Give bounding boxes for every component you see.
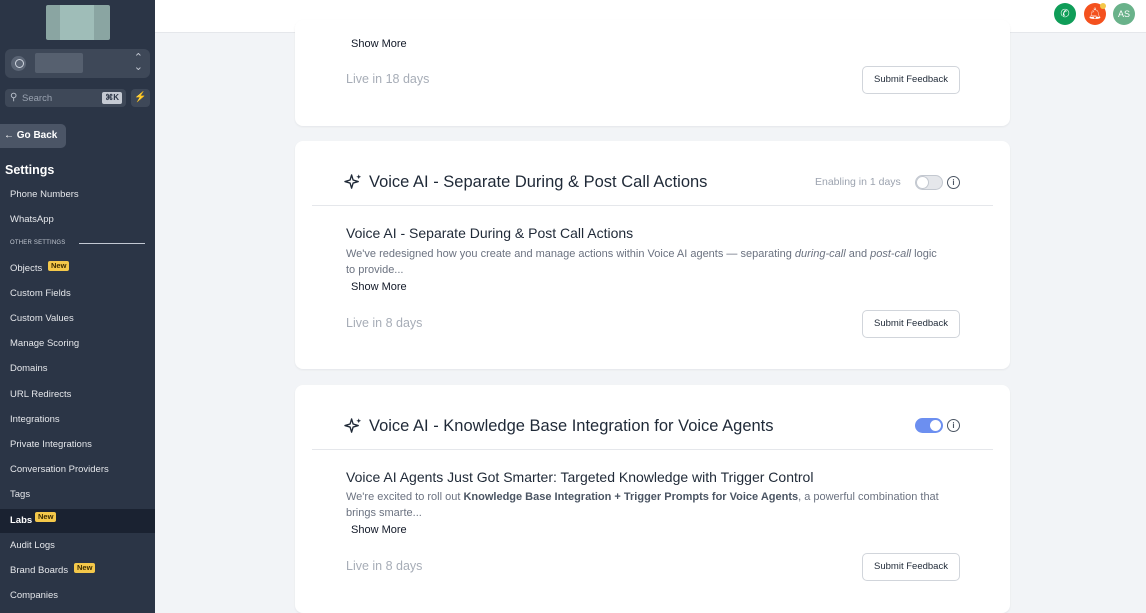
sidebar-item-label: Integrations [10,414,60,425]
live-status: Live in 8 days [346,559,423,573]
sidebar-item-whatsapp[interactable]: WhatsApp [0,209,155,231]
desc-text: and [845,248,871,260]
sidebar-item-label: Custom Fields [10,288,71,299]
toggle-knob [930,420,941,431]
show-more-link[interactable]: Show More [351,524,407,536]
sidebar-item-label: Audit Logs [10,540,55,551]
sidebar-item-label: Tags [10,489,31,500]
live-status: Live in 8 days [346,316,423,330]
sidebar-item-manage-scoring[interactable]: Manage Scoring [0,333,155,355]
sidebar-item-tags[interactable]: Tags [0,484,155,506]
sidebar-item-integrations[interactable]: Integrations [0,409,155,431]
phone-icon[interactable]: ✆ [1054,3,1076,25]
notification-dot [1100,3,1106,9]
sidebar-item-label: Custom Values [10,313,74,324]
sidebar: ⌃ ⌄ ⚲ Search ⌘K ⚡ ← Go Back Settings Phon… [0,0,155,613]
desc-text: We're excited to roll out [346,491,464,503]
sidebar-item-label: Brand Boards [10,565,69,576]
company-logo[interactable] [46,5,110,40]
sidebar-item-label: Phone Numbers [10,189,79,200]
desc-bold: Knowledge Base Integration + Trigger Pro… [463,491,799,503]
sidebar-item-label: Domains [10,363,48,374]
feature-title: Voice AI - Knowledge Base Integration fo… [369,417,774,435]
submit-feedback-button[interactable]: Submit Feedback [862,310,960,338]
live-status: Live in 18 days [346,72,430,86]
sidebar-item-conversation-providers[interactable]: Conversation Providers [0,459,155,481]
settings-heading: Settings [5,163,55,177]
feature-card: Show More Live in 18 days Submit Feedbac… [295,20,1010,126]
go-back-button[interactable]: ← Go Back [0,124,66,148]
sidebar-item-phone-numbers[interactable]: Phone Numbers [0,184,155,206]
sidebar-item-label: Private Integrations [10,439,92,450]
feature-title: Voice AI - Separate During & Post Call A… [369,173,708,191]
search-input[interactable]: ⚲ Search ⌘K [5,89,126,107]
divider [312,449,993,450]
sidebar-item-audit-logs[interactable]: Audit Logs [0,535,155,557]
sidebar-item-private-integrations[interactable]: Private Integrations [0,434,155,456]
go-back-label: Go Back [16,130,58,141]
sidebar-item-custom-values[interactable]: Custom Values [0,308,155,330]
sidebar-item-label: Objects [10,263,43,274]
sidebar-item-label: WhatsApp [10,214,54,225]
new-badge: New [48,261,70,271]
search-shortcut: ⌘K [102,92,122,104]
feature-subtitle: Voice AI - Separate During & Post Call A… [346,225,634,241]
info-icon[interactable]: i [947,419,960,432]
sidebar-item-objects[interactable]: Objects New [0,258,155,280]
toggle-knob [917,177,928,188]
sidebar-item-label: Conversation Providers [10,464,109,475]
feature-toggle[interactable] [915,175,943,190]
sidebar-item-url-redirects[interactable]: URL Redirects [0,384,155,406]
submit-feedback-button[interactable]: Submit Feedback [862,66,960,94]
account-name-redacted [35,53,83,73]
avatar[interactable]: AS [1113,3,1135,25]
new-badge: New [74,563,96,573]
sidebar-item-label: Labs [10,515,33,526]
sidebar-item-label: Companies [10,590,59,601]
show-more-link[interactable]: Show More [351,38,407,50]
feature-description: We've redesigned how you create and mana… [346,246,946,278]
sidebar-item-label: URL Redirects [10,389,72,400]
sparkle-icon [344,174,362,189]
sidebar-item-brand-boards[interactable]: Brand Boards New [0,560,155,582]
desc-text: We've redesigned how you create and mana… [346,248,795,260]
enabling-status: Enabling in 1 days [815,176,901,188]
show-more-link[interactable]: Show More [351,281,407,293]
feature-subtitle: Voice AI Agents Just Got Smarter: Target… [346,469,814,485]
account-switcher[interactable]: ⌃ ⌄ [5,49,150,78]
search-label: Search [22,93,53,104]
sparkle-icon [344,418,362,433]
submit-feedback-button[interactable]: Submit Feedback [862,553,960,581]
desc-emphasis: during-call [794,248,846,260]
desc-emphasis: post-call [870,248,912,260]
logo-mark [60,5,94,40]
sidebar-item-labs[interactable]: Labs New [0,509,155,533]
info-icon[interactable]: i [947,176,960,189]
arrow-left-icon: ← [4,130,14,141]
quick-action-bolt-icon[interactable]: ⚡ [131,89,150,107]
feature-description: We're excited to roll out Knowledge Base… [346,489,946,521]
feature-toggle[interactable] [915,418,943,433]
other-settings-heading: OTHER SETTINGS [10,240,66,246]
sidebar-item-domains[interactable]: Domains [0,358,155,380]
feature-card: Voice AI - Separate During & Post Call A… [295,141,1010,369]
divider [79,243,145,244]
feature-card: Voice AI - Knowledge Base Integration fo… [295,385,1010,613]
chevron-updown-icon: ⌃ ⌄ [133,52,143,73]
divider [312,205,993,206]
location-icon [11,56,26,71]
sidebar-item-custom-fields[interactable]: Custom Fields [0,283,155,305]
sidebar-item-label: Manage Scoring [10,338,80,349]
new-badge: New [35,512,57,522]
search-icon: ⚲ [10,92,18,103]
sidebar-item-companies[interactable]: Companies [0,585,155,607]
